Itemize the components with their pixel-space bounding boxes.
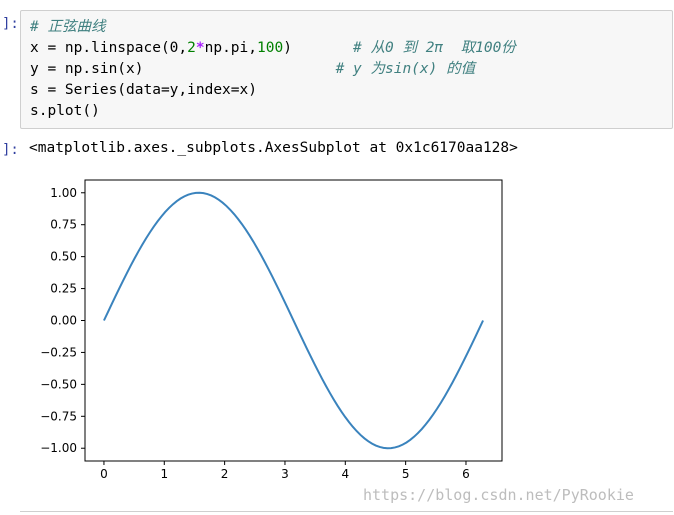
x-tick-label: 4 — [341, 467, 349, 481]
code-line-sin: y = np.sin(x) # y 为sin(x) 的值 — [30, 61, 476, 77]
code-line-plot: s.plot() — [30, 103, 100, 119]
output-repr-text: <matplotlib.axes._subplots.AxesSubplot a… — [29, 140, 518, 156]
input-prompt: ]: — [2, 16, 19, 32]
watermark-text: https://blog.csdn.net/PyRookie — [363, 486, 634, 504]
y-tick-label: 0.75 — [50, 218, 77, 232]
y-tick-label: −0.50 — [40, 377, 77, 391]
code-cell-input[interactable]: # 正弦曲线 x = np.linspace(0,2*np.pi,100) # … — [20, 10, 673, 129]
x-tick-label: 0 — [100, 467, 108, 481]
sine-line-chart: 0 1 2 3 4 5 6 1.00 0.75 0.50 0.25 0.00 −0.25 −0.50 −0.… — [40, 179, 503, 481]
y-tick-label: 0.50 — [50, 250, 77, 264]
x-tick-label: 3 — [281, 467, 289, 481]
output-prompt: ]: — [2, 142, 19, 158]
y-tick-label: −0.25 — [40, 345, 77, 359]
y-tick-label: 1.00 — [50, 186, 77, 200]
x-tick-label: 6 — [462, 467, 470, 481]
code-line-linspace: x = np.linspace(0,2*np.pi,100) # 从0 到 2π… — [30, 40, 516, 56]
y-tick-label: −0.75 — [40, 409, 77, 423]
x-tick-label: 1 — [160, 467, 168, 481]
x-tick-label: 5 — [402, 467, 410, 481]
code-editor[interactable]: # 正弦曲线 x = np.linspace(0,2*np.pi,100) # … — [30, 17, 516, 122]
y-tick-label: 0.00 — [50, 314, 77, 328]
code-line-series: s = Series(data=y,index=x) — [30, 82, 257, 98]
y-tick-label: 0.25 — [50, 282, 77, 296]
y-tick-label: −1.00 — [40, 441, 77, 455]
cell-divider — [20, 511, 673, 512]
x-tick-label: 2 — [221, 467, 229, 481]
code-comment-title: # 正弦曲线 — [30, 19, 106, 35]
